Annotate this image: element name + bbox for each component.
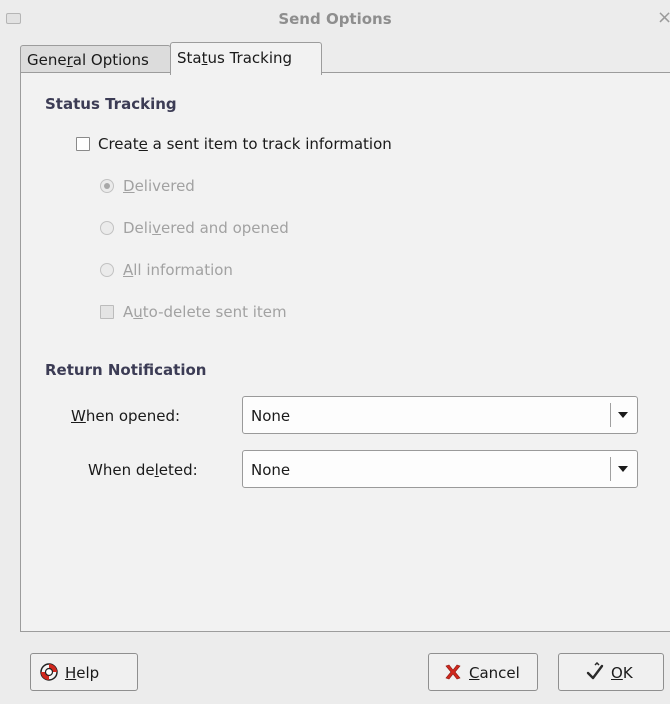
help-button-label: Help xyxy=(65,664,100,682)
red-x-icon xyxy=(445,664,461,680)
ok-button[interactable]: OK xyxy=(558,653,664,691)
when-opened-value: None xyxy=(251,407,291,425)
window-title: Send Options xyxy=(278,10,392,28)
cancel-button-label: Cancel xyxy=(469,664,520,682)
create-sent-item-checkbox[interactable] xyxy=(76,137,90,151)
title-bar: Send Options × xyxy=(0,0,670,38)
combo-separator xyxy=(610,457,611,481)
auto-delete-label[interactable]: Auto-delete sent item xyxy=(123,303,287,321)
when-opened-label: When opened: xyxy=(71,407,181,425)
close-icon[interactable]: × xyxy=(657,8,670,28)
lifebuoy-icon xyxy=(40,663,58,681)
combo-separator xyxy=(610,403,611,427)
radio-all-information-label[interactable]: All information xyxy=(123,261,233,279)
radio-all-information[interactable] xyxy=(100,263,114,277)
radio-delivered-and-opened[interactable] xyxy=(100,221,114,235)
when-opened-select[interactable]: None xyxy=(242,396,638,434)
chevron-down-icon[interactable] xyxy=(618,412,628,418)
when-deleted-value: None xyxy=(251,461,291,479)
when-deleted-label: When deleted: xyxy=(88,461,198,479)
radio-delivered-and-opened-label[interactable]: Delivered and opened xyxy=(123,219,289,237)
cancel-button[interactable]: Cancel xyxy=(428,653,538,691)
radio-delivered[interactable] xyxy=(100,179,114,193)
radio-delivered-label[interactable]: Delivered xyxy=(123,177,195,195)
checkmark-hand-icon xyxy=(586,662,604,680)
tab-general-options[interactable]: General Options xyxy=(20,45,171,73)
tab-status-tracking[interactable]: Status Tracking xyxy=(170,42,322,75)
chevron-down-icon[interactable] xyxy=(618,466,628,472)
when-deleted-select[interactable]: None xyxy=(242,450,638,488)
create-sent-item-label[interactable]: Create a sent item to track information xyxy=(98,135,392,153)
help-button[interactable]: Help xyxy=(30,653,138,691)
radio-selected-dot xyxy=(104,183,110,189)
ok-button-label: OK xyxy=(611,664,633,682)
tab-panel xyxy=(20,72,670,632)
return-notification-heading: Return Notification xyxy=(45,361,207,379)
status-tracking-heading: Status Tracking xyxy=(45,95,177,113)
auto-delete-checkbox[interactable] xyxy=(100,305,114,319)
